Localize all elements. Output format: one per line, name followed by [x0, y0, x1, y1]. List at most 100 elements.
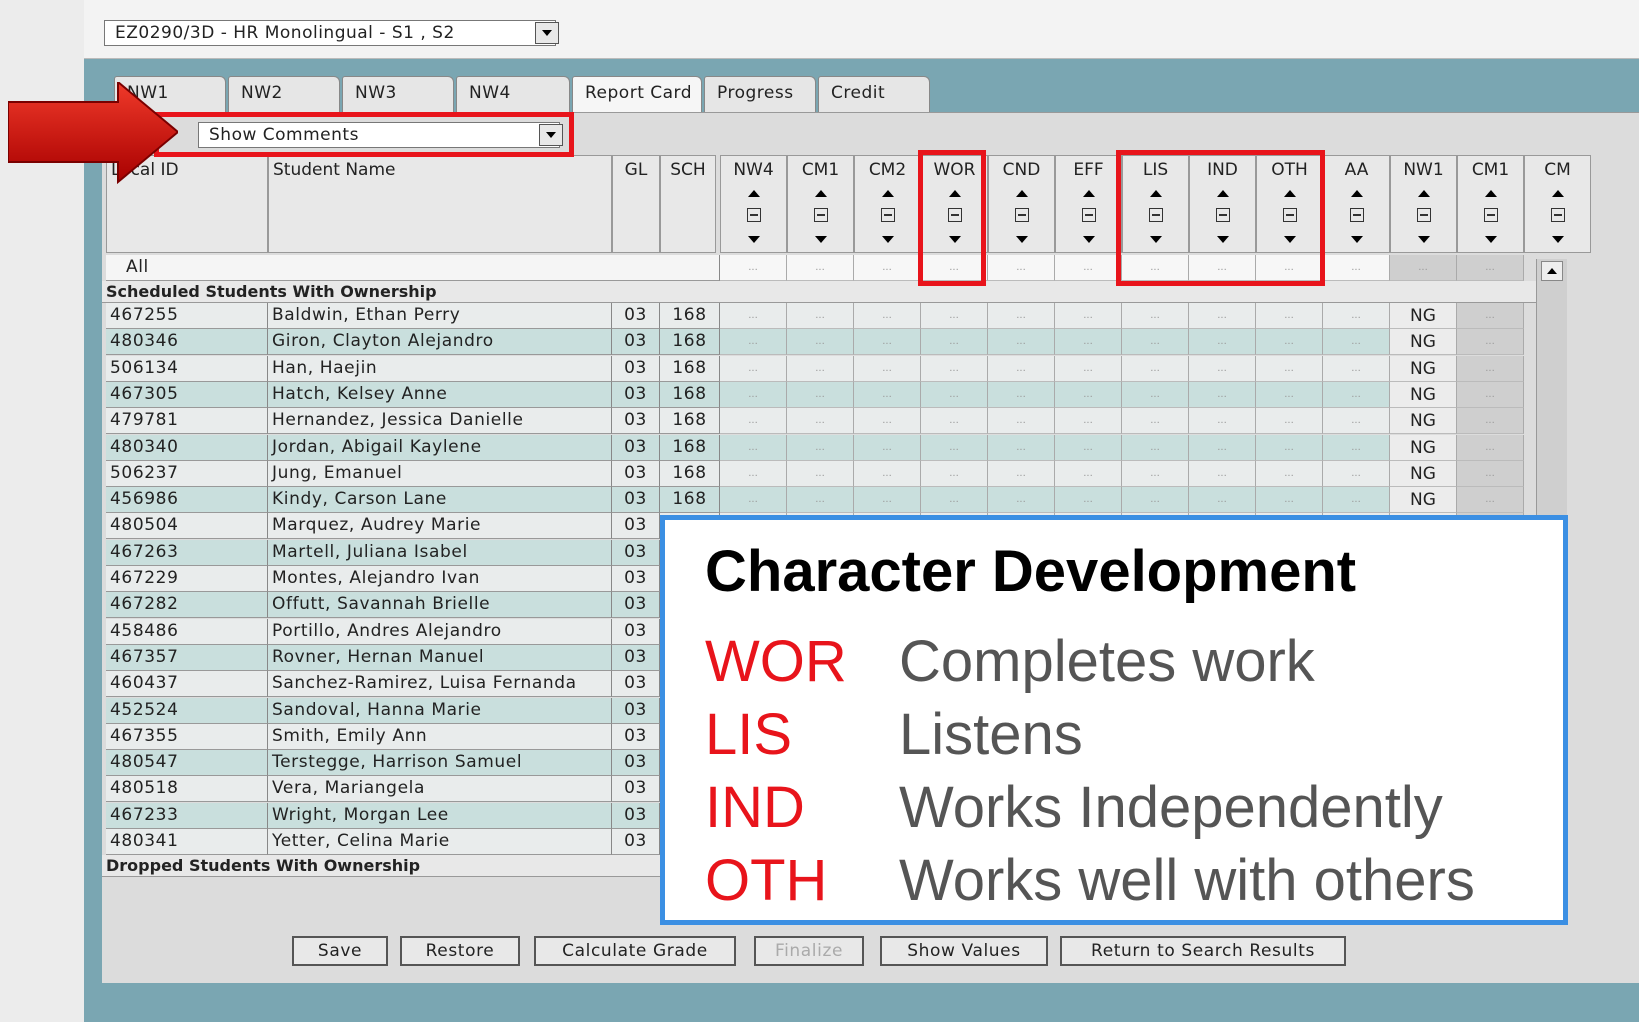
- grade-cell[interactable]: ...: [1323, 487, 1390, 514]
- grade-cell[interactable]: ...: [1457, 303, 1524, 329]
- column-header-nw1[interactable]: NW1: [1390, 155, 1457, 253]
- grade-cell[interactable]: ...: [1189, 460, 1256, 487]
- grade-cell[interactable]: ...: [720, 355, 787, 382]
- all-grade-cell[interactable]: ...: [988, 255, 1055, 281]
- grade-cell-nw1[interactable]: NG: [1390, 355, 1457, 382]
- grade-cell[interactable]: ...: [1122, 408, 1189, 435]
- grade-cell[interactable]: ...: [1055, 329, 1122, 356]
- grade-cell[interactable]: ...: [1122, 460, 1189, 487]
- grade-cell[interactable]: ...: [787, 487, 854, 514]
- calculate-grade-button[interactable]: Calculate Grade: [534, 936, 736, 966]
- grade-cell[interactable]: ...: [921, 460, 988, 487]
- grade-cell[interactable]: ...: [1122, 381, 1189, 408]
- grade-cell[interactable]: ...: [1256, 303, 1323, 329]
- grade-cell[interactable]: ...: [1189, 434, 1256, 461]
- sort-down-icon[interactable]: [1082, 236, 1095, 243]
- collapse-icon[interactable]: [880, 208, 895, 222]
- grade-cell[interactable]: ...: [988, 460, 1055, 487]
- grade-cell[interactable]: ...: [1189, 355, 1256, 382]
- column-header-eff[interactable]: EFF: [1055, 155, 1122, 253]
- tab-nw3[interactable]: NW3: [342, 76, 454, 112]
- grade-cell[interactable]: ...: [921, 487, 988, 514]
- column-header-cm2[interactable]: CM2: [854, 155, 921, 253]
- tab-nw2[interactable]: NW2: [228, 76, 340, 112]
- grade-cell[interactable]: ...: [1457, 408, 1524, 435]
- grade-cell[interactable]: ...: [720, 434, 787, 461]
- grade-cell[interactable]: ...: [1323, 460, 1390, 487]
- grade-cell[interactable]: ...: [1457, 487, 1524, 514]
- grade-cell[interactable]: ...: [1457, 381, 1524, 408]
- grade-cell[interactable]: ...: [854, 460, 921, 487]
- grade-cell[interactable]: ...: [1055, 381, 1122, 408]
- collapse-icon[interactable]: [1014, 208, 1029, 222]
- sort-up-icon[interactable]: [814, 190, 827, 197]
- grade-cell[interactable]: ...: [787, 355, 854, 382]
- grade-cell[interactable]: ...: [988, 329, 1055, 356]
- grade-cell[interactable]: ...: [787, 434, 854, 461]
- sort-up-icon[interactable]: [1417, 190, 1430, 197]
- collapse-icon[interactable]: [1081, 208, 1096, 222]
- sort-down-icon[interactable]: [1417, 236, 1430, 243]
- class-selector[interactable]: EZ0290/3D - HR Monolingual - S1 , S2: [104, 20, 559, 46]
- grade-cell[interactable]: ...: [1256, 487, 1323, 514]
- all-grade-cell[interactable]: ...: [720, 255, 787, 281]
- grade-cell[interactable]: ...: [1457, 355, 1524, 382]
- grade-cell[interactable]: ...: [1256, 460, 1323, 487]
- grade-cell[interactable]: ...: [1055, 355, 1122, 382]
- grade-cell[interactable]: ...: [1457, 460, 1524, 487]
- grade-cell[interactable]: ...: [854, 355, 921, 382]
- column-header-cm1[interactable]: CM1: [787, 155, 854, 253]
- grade-cell-nw1[interactable]: NG: [1390, 460, 1457, 487]
- grade-cell-nw1[interactable]: NG: [1390, 381, 1457, 408]
- sort-up-icon[interactable]: [1551, 190, 1564, 197]
- grade-cell[interactable]: ...: [1055, 303, 1122, 329]
- grade-cell[interactable]: ...: [787, 381, 854, 408]
- grade-cell[interactable]: ...: [787, 329, 854, 356]
- table-row[interactable]: 506237 Jung, Emanuel 03 168................…: [102, 460, 1536, 487]
- sort-up-icon[interactable]: [1484, 190, 1497, 197]
- grade-cell[interactable]: ...: [787, 303, 854, 329]
- tab-credit[interactable]: Credit: [818, 76, 930, 112]
- scroll-up-icon[interactable]: [1541, 261, 1563, 281]
- tab-nw4[interactable]: NW4: [456, 76, 570, 112]
- sort-down-icon[interactable]: [1015, 236, 1028, 243]
- grade-cell[interactable]: ...: [1457, 329, 1524, 356]
- grade-cell-nw1[interactable]: NG: [1390, 487, 1457, 514]
- grade-cell[interactable]: ...: [1256, 434, 1323, 461]
- sort-down-icon[interactable]: [881, 236, 894, 243]
- sort-down-icon[interactable]: [747, 236, 760, 243]
- grade-cell[interactable]: ...: [1457, 434, 1524, 461]
- grade-cell[interactable]: ...: [720, 303, 787, 329]
- collapse-icon[interactable]: [1550, 208, 1565, 222]
- grade-cell[interactable]: ...: [854, 381, 921, 408]
- grade-cell[interactable]: ...: [1256, 408, 1323, 435]
- grade-cell[interactable]: ...: [921, 408, 988, 435]
- grade-cell[interactable]: ...: [1256, 355, 1323, 382]
- collapse-icon[interactable]: [746, 208, 761, 222]
- sort-up-icon[interactable]: [1350, 190, 1363, 197]
- column-header-cm1[interactable]: CM1: [1457, 155, 1524, 253]
- all-grade-cell[interactable]: ...: [1390, 255, 1457, 281]
- table-row[interactable]: 467305 Hatch, Kelsey Anne 03 168...........…: [102, 381, 1536, 408]
- grade-cell[interactable]: ...: [720, 408, 787, 435]
- grade-cell[interactable]: ...: [1055, 460, 1122, 487]
- column-header-aa[interactable]: AA: [1323, 155, 1390, 253]
- tab-report-card[interactable]: Report Card: [572, 76, 702, 114]
- grade-cell[interactable]: ...: [1323, 381, 1390, 408]
- sort-down-icon[interactable]: [1484, 236, 1497, 243]
- table-row[interactable]: 456986 Kindy, Carson Lane 03 168...........…: [102, 487, 1536, 514]
- grade-cell[interactable]: ...: [720, 329, 787, 356]
- return-to-search-results-button[interactable]: Return to Search Results: [1060, 936, 1346, 966]
- grade-cell[interactable]: ...: [854, 408, 921, 435]
- sort-down-icon[interactable]: [1350, 236, 1363, 243]
- grade-cell[interactable]: ...: [1189, 408, 1256, 435]
- grade-cell[interactable]: ...: [988, 434, 1055, 461]
- grade-cell[interactable]: ...: [1323, 355, 1390, 382]
- table-row[interactable]: 467255 Baldwin, Ethan Perry 03 168.........…: [102, 303, 1536, 329]
- grade-cell[interactable]: ...: [988, 408, 1055, 435]
- grade-cell[interactable]: ...: [988, 381, 1055, 408]
- grade-cell-nw1[interactable]: NG: [1390, 408, 1457, 435]
- save-button[interactable]: Save: [292, 936, 388, 966]
- sort-up-icon[interactable]: [881, 190, 894, 197]
- restore-button[interactable]: Restore: [400, 936, 520, 966]
